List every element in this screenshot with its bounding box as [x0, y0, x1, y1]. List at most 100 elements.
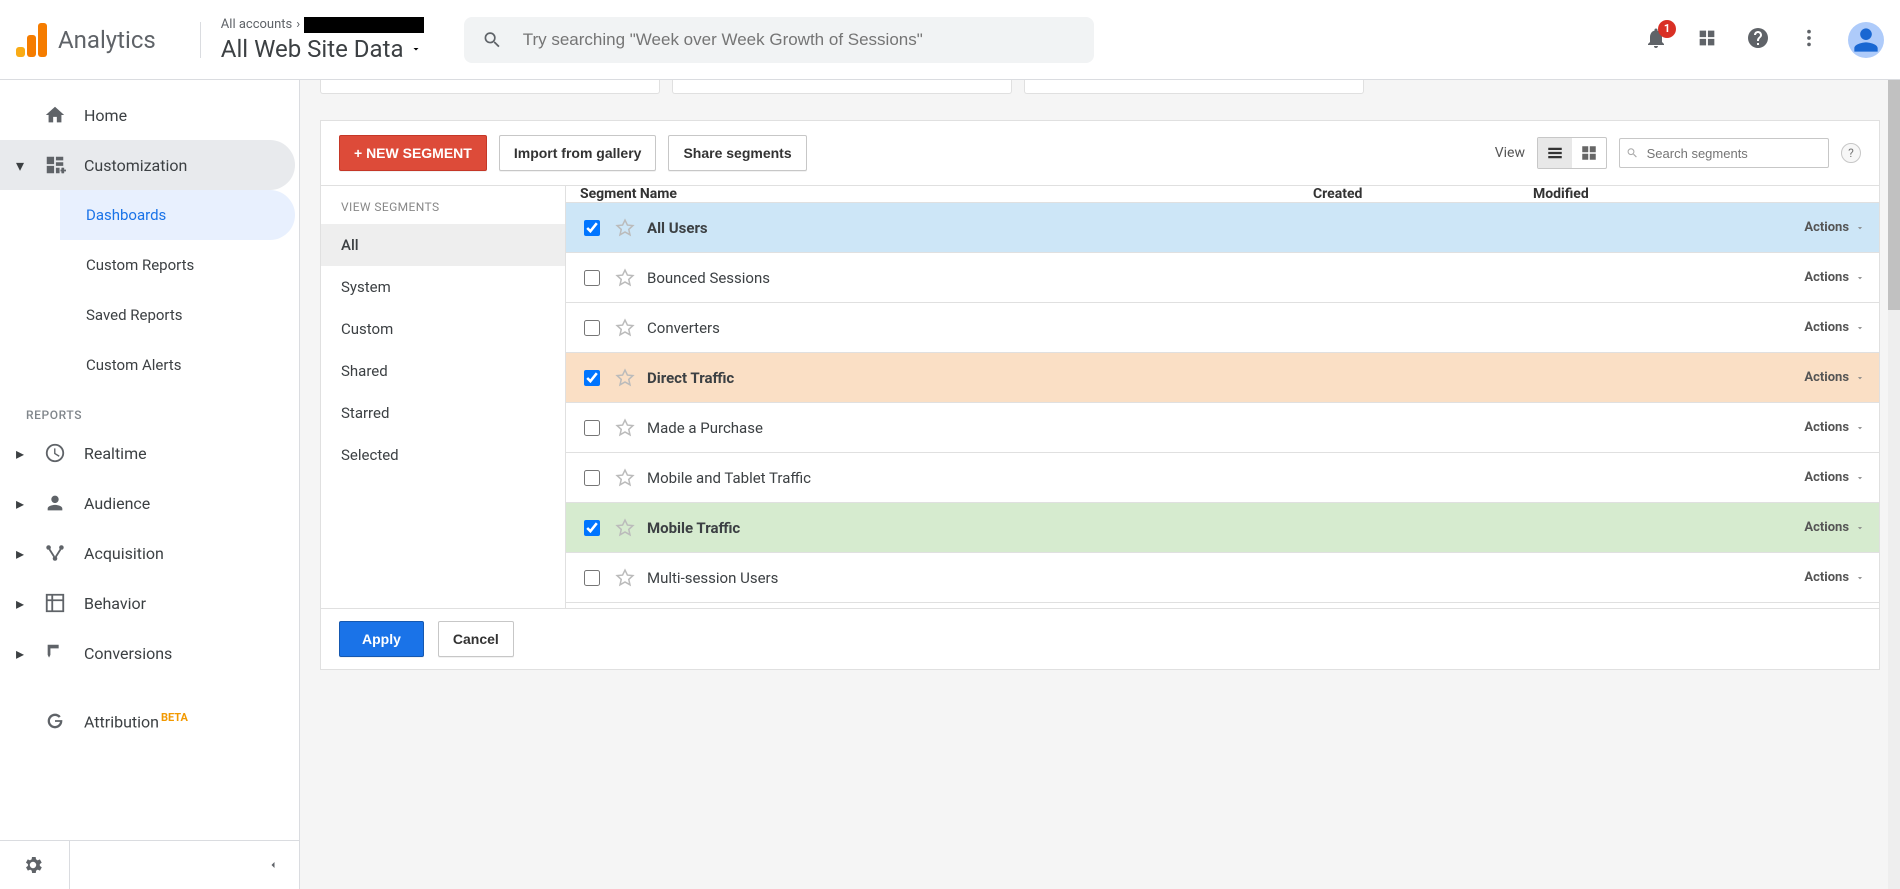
segment-checkbox[interactable] [584, 420, 600, 436]
filter-custom[interactable]: Custom [321, 308, 565, 350]
segment-search-input[interactable] [1645, 145, 1822, 162]
search-input[interactable] [521, 29, 1076, 51]
segment-row[interactable]: Direct TrafficActions [566, 353, 1879, 403]
nav-custom-saved-reports[interactable]: Saved Reports [60, 290, 295, 340]
apps-icon [1696, 27, 1718, 49]
caret-down-icon [1855, 223, 1865, 233]
customization-submenu: DashboardsCustom ReportsSaved ReportsCus… [60, 190, 299, 390]
star-icon[interactable] [615, 318, 635, 338]
expand-toggle[interactable]: ▸ [14, 644, 26, 663]
segment-actions[interactable]: Actions [1743, 420, 1865, 435]
segment-name: All Users [647, 219, 708, 237]
segment-actions[interactable]: Actions [1743, 220, 1865, 235]
cancel-button[interactable]: Cancel [438, 621, 514, 657]
nav-home-label: Home [84, 106, 127, 125]
col-segment-name[interactable]: Segment Name [566, 186, 1299, 202]
home-icon [44, 104, 66, 126]
nav-attribution[interactable]: AttributionBETA [0, 696, 295, 746]
star-icon[interactable] [615, 368, 635, 388]
star-icon[interactable] [615, 518, 635, 538]
segment-row[interactable]: Bounced SessionsActions [566, 253, 1879, 303]
segment-row[interactable]: Made a PurchaseActions [566, 403, 1879, 453]
share-segments-button[interactable]: Share segments [668, 135, 806, 171]
caret-down-icon [1855, 273, 1865, 283]
segment-name: Converters [647, 319, 720, 337]
nav-custom-custom-reports[interactable]: Custom Reports [60, 240, 295, 290]
nav-behavior[interactable]: ▸ Behavior [0, 578, 295, 628]
analytics-logo[interactable]: Analytics [16, 23, 156, 57]
more-button[interactable] [1798, 27, 1820, 53]
nav-label: Behavior [84, 594, 146, 613]
segment-actions[interactable]: Actions [1743, 270, 1865, 285]
view-grid-button[interactable] [1572, 138, 1606, 168]
expand-toggle[interactable]: ▸ [14, 494, 26, 513]
star-icon[interactable] [615, 218, 635, 238]
segments-grid: Segment Name Created Modified All UsersA… [566, 186, 1879, 608]
nav-customization[interactable]: ▾ Customization [0, 140, 295, 190]
segment-row[interactable]: Mobile TrafficActions [566, 503, 1879, 553]
filter-all[interactable]: All [321, 224, 565, 266]
segment-row[interactable]: Converters Actions [566, 303, 1879, 353]
apply-button[interactable]: Apply [339, 621, 424, 657]
expand-toggle[interactable]: ▸ [14, 544, 26, 563]
view-label: View [1495, 145, 1525, 161]
apps-button[interactable] [1696, 27, 1718, 53]
nav-custom-dashboards[interactable]: Dashboards [60, 190, 295, 240]
filter-selected[interactable]: Selected [321, 434, 565, 476]
segment-search[interactable] [1619, 138, 1829, 168]
filter-starred[interactable]: Starred [321, 392, 565, 434]
nav-acquisition[interactable]: ▸Acquisition [0, 528, 295, 578]
nav-custom-custom-alerts[interactable]: Custom Alerts [60, 340, 295, 390]
new-segment-button[interactable]: + NEW SEGMENT [339, 135, 487, 171]
segment-actions[interactable]: Actions [1743, 370, 1865, 385]
segment-row[interactable]: Mobile and Tablet TrafficActions [566, 453, 1879, 503]
nav-realtime[interactable]: ▸Realtime [0, 428, 295, 478]
nav-attribution-label: AttributionBETA [84, 711, 188, 731]
star-icon[interactable] [615, 568, 635, 588]
segment-actions[interactable]: Actions [1743, 470, 1865, 485]
help-tip[interactable]: ? [1841, 143, 1861, 163]
segment-row[interactable]: Multi-session UsersActions [566, 553, 1879, 603]
help-button[interactable] [1746, 26, 1770, 54]
segment-checkbox[interactable] [584, 470, 600, 486]
filter-shared[interactable]: Shared [321, 350, 565, 392]
search-bar[interactable] [464, 17, 1094, 63]
nav-conversions[interactable]: ▸Conversions [0, 628, 295, 678]
segment-actions[interactable]: Actions [1743, 570, 1865, 585]
star-icon[interactable] [615, 468, 635, 488]
segments-panel: + NEW SEGMENT Import from gallery Share … [320, 120, 1880, 670]
caret-down-icon [1855, 573, 1865, 583]
view-name[interactable]: All Web Site Data [221, 35, 424, 63]
view-list-button[interactable] [1538, 138, 1572, 168]
segment-checkbox[interactable] [584, 270, 600, 286]
expand-toggle[interactable]: ▾ [14, 156, 26, 175]
import-gallery-button[interactable]: Import from gallery [499, 135, 657, 171]
collapse-sidebar[interactable] [70, 841, 299, 889]
segment-actions[interactable]: Actions [1743, 520, 1865, 535]
segment-checkbox[interactable] [584, 570, 600, 586]
filter-system[interactable]: System [321, 266, 565, 308]
col-modified[interactable]: Modified [1519, 186, 1729, 202]
notifications-button[interactable]: 1 [1644, 26, 1668, 54]
account-avatar[interactable] [1848, 22, 1884, 58]
segment-checkbox[interactable] [584, 520, 600, 536]
account-selector[interactable]: All accounts › All Web Site Data [221, 17, 424, 63]
star-icon[interactable] [615, 268, 635, 288]
expand-toggle[interactable]: ▸ [14, 594, 26, 613]
expand-toggle[interactable]: ▸ [14, 444, 26, 463]
admin-button[interactable] [0, 841, 70, 889]
segment-checkbox[interactable] [584, 220, 600, 236]
breadcrumb-prefix: All accounts [221, 17, 292, 32]
caret-down-icon [410, 43, 422, 55]
col-created[interactable]: Created [1299, 186, 1519, 202]
beta-badge: BETA [161, 711, 188, 724]
segment-row[interactable]: All Users Actions [566, 203, 1879, 253]
caret-down-icon [1855, 373, 1865, 383]
segment-actions[interactable]: Actions [1743, 320, 1865, 335]
breadcrumb: All accounts › [221, 17, 424, 33]
segment-checkbox[interactable] [584, 320, 600, 336]
segment-checkbox[interactable] [584, 370, 600, 386]
nav-home[interactable]: Home [0, 90, 295, 140]
nav-audience[interactable]: ▸Audience [0, 478, 295, 528]
star-icon[interactable] [615, 418, 635, 438]
